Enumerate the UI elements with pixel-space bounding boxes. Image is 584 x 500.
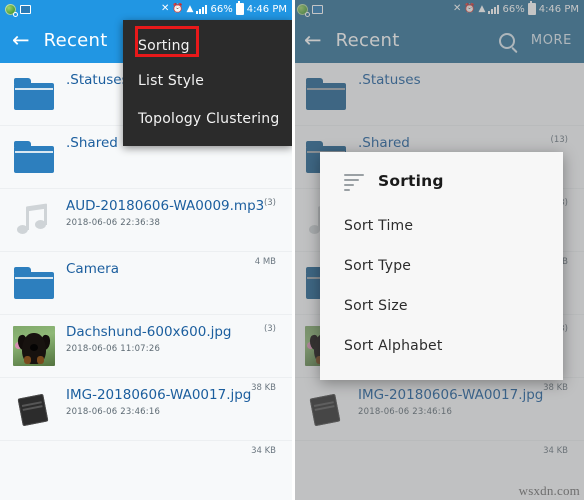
file-date: 2018-06-06 11:07:26 <box>66 344 161 354</box>
screenshot-root: ✕ ⏰ ▲ 66% 4:46 PM ← Recent .Statuses .Sh… <box>0 0 584 500</box>
list-item[interactable]: AUD-20180606-WA0009.mp3 2018-06-06 22:36… <box>0 189 292 267</box>
status-bar-left: ✕ ⏰ ▲ 66% 4:46 PM <box>0 0 292 18</box>
sort-lines-icon <box>344 173 364 191</box>
file-name: Dachshund-600x600.jpg <box>66 324 232 340</box>
mute-icon: ✕ <box>160 3 170 14</box>
file-date: 2018-06-06 22:36:38 <box>66 218 161 228</box>
list-item[interactable]: Camera (3) <box>0 252 292 334</box>
sorting-dialog-header: Sorting <box>320 168 563 206</box>
screenshot-icon <box>20 4 31 14</box>
back-button[interactable]: ← <box>12 30 30 51</box>
globe-search-icon <box>5 3 18 17</box>
sort-time-option[interactable]: Sort Time <box>320 206 563 246</box>
photo-icon <box>10 324 58 368</box>
document-photo-icon <box>10 387 58 431</box>
menu-item-list-style[interactable]: List Style <box>123 62 292 100</box>
wifi-icon: ▲ <box>186 3 194 14</box>
sort-type-option[interactable]: Sort Type <box>320 246 563 286</box>
list-item-meta: AUD-20180606-WA0009.mp3 2018-06-06 22:36… <box>58 198 282 267</box>
menu-item-topology-clustering[interactable]: Topology Clustering <box>123 100 292 138</box>
sort-alphabet-option[interactable]: Sort Alphabet <box>320 326 563 366</box>
folder-icon <box>10 72 58 116</box>
list-item[interactable]: Dachshund-600x600.jpg 2018-06-06 11:07:2… <box>0 315 292 393</box>
overflow-menu: Sorting List Style Topology Clustering <box>123 20 292 146</box>
right-panel: ✕ ⏰ ▲ 66% 4:46 PM ← Recent MORE .Statuse… <box>292 0 584 500</box>
status-bar-left-icons <box>5 3 31 17</box>
battery-percent: 66% <box>210 3 233 15</box>
menu-item-sorting[interactable]: Sorting <box>123 30 292 62</box>
music-icon <box>10 198 58 242</box>
file-size: 34 KB <box>251 446 276 456</box>
signal-icon <box>196 4 208 14</box>
clock-time: 4:46 PM <box>246 3 287 15</box>
watermark: wsxdn.com <box>518 483 580 498</box>
status-bar-right-icons: ✕ ⏰ ▲ 66% 4:46 PM <box>160 1 287 15</box>
file-name: Camera <box>66 261 119 277</box>
list-item-meta: Dachshund-600x600.jpg 2018-06-06 11:07:2… <box>58 324 282 393</box>
folder-icon <box>10 135 58 179</box>
file-date: 2018-06-06 23:46:16 <box>66 407 161 417</box>
sorting-dialog-title: Sorting <box>378 172 444 190</box>
list-item-meta: IMG-20180606-WA0017.jpg 2018-06-06 23:46… <box>58 387 282 456</box>
battery-icon <box>235 1 244 15</box>
sort-size-option[interactable]: Sort Size <box>320 286 563 326</box>
sorting-dialog: Sorting Sort Time Sort Type Sort Size So… <box>320 152 563 380</box>
alarm-icon: ⏰ <box>172 3 184 14</box>
left-panel: ✕ ⏰ ▲ 66% 4:46 PM ← Recent .Statuses .Sh… <box>0 0 292 500</box>
page-title: Recent <box>43 30 108 51</box>
folder-icon <box>10 261 58 305</box>
file-name: IMG-20180606-WA0017.jpg <box>66 387 252 403</box>
list-item-meta: Camera (3) <box>58 261 282 334</box>
list-item[interactable]: IMG-20180606-WA0017.jpg 2018-06-06 23:46… <box>0 378 292 456</box>
file-name: AUD-20180606-WA0009.mp3 <box>66 198 265 214</box>
